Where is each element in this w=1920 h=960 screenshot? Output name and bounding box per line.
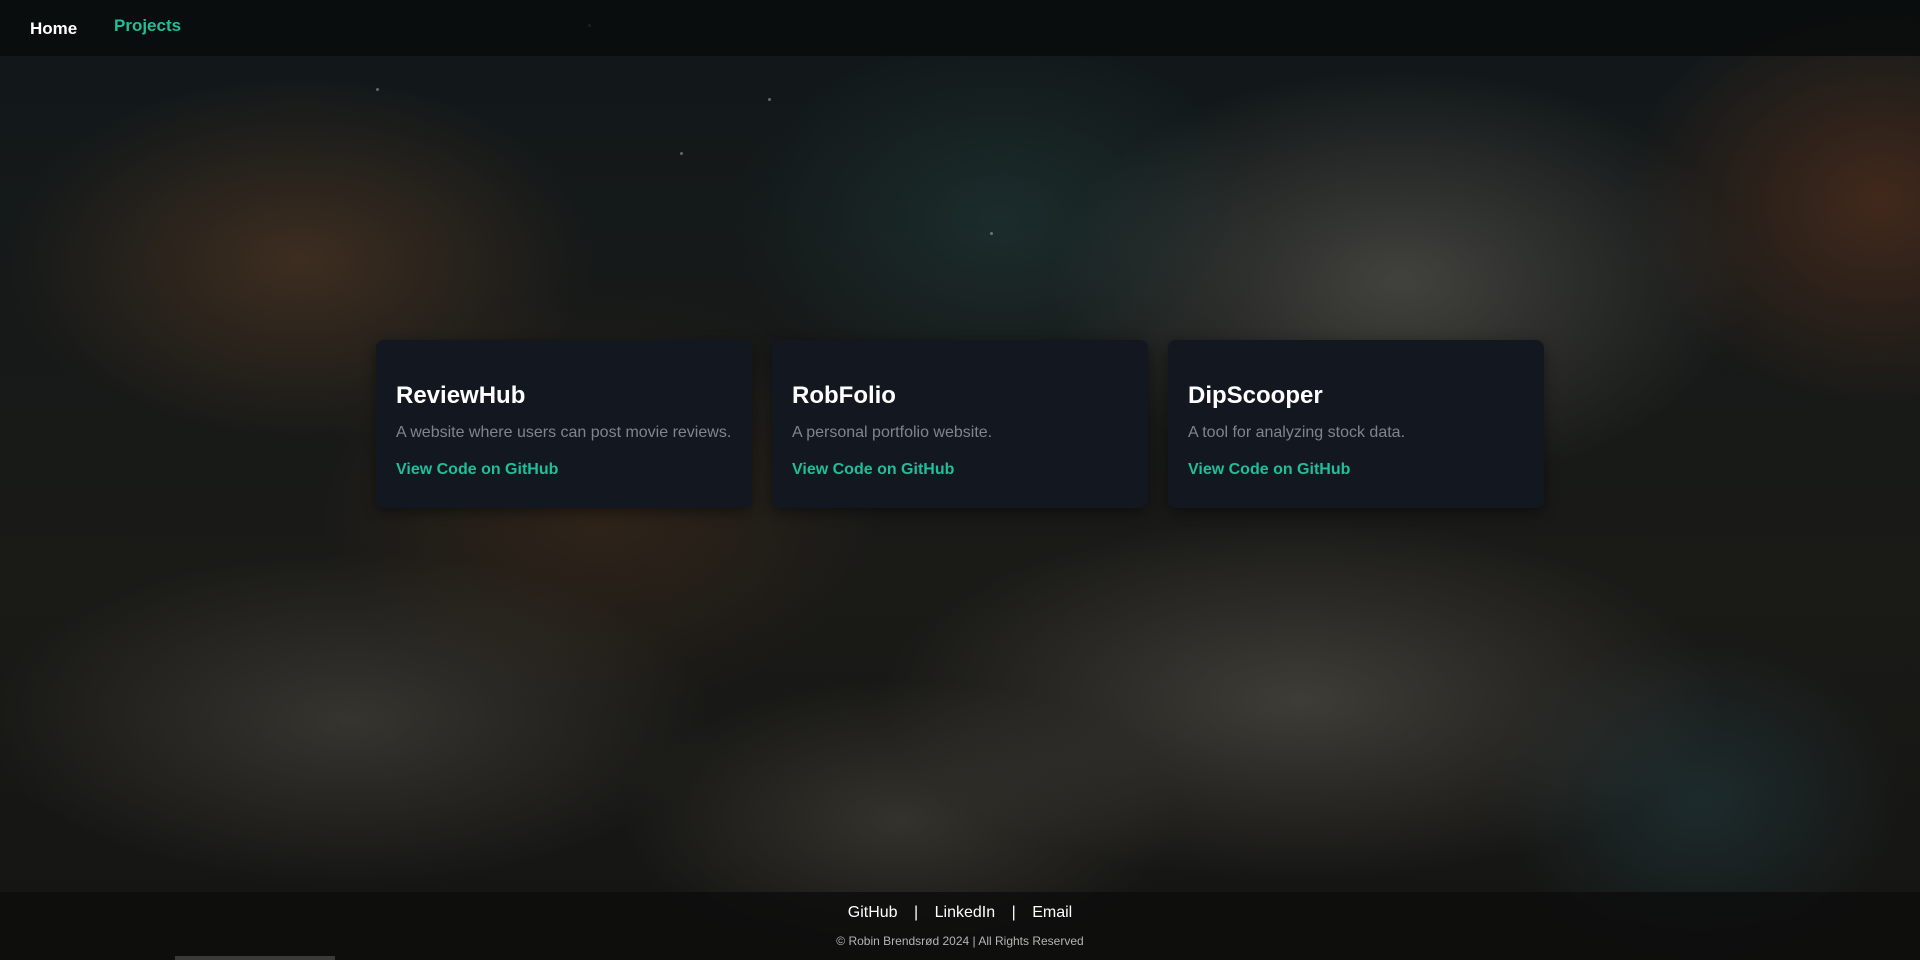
project-title: ReviewHub (396, 382, 526, 409)
project-cards: ReviewHub A website where users can post… (376, 340, 1544, 508)
background-star (680, 152, 683, 155)
footer-linkedin-link[interactable]: LinkedIn (935, 904, 996, 921)
nav-projects-link[interactable]: Projects (114, 16, 181, 36)
project-card-dipscooper: DipScooper A tool for analyzing stock da… (1168, 340, 1544, 508)
copyright-text: © Robin Brendsrød 2024 | All Rights Rese… (836, 934, 1084, 948)
project-description: A tool for analyzing stock data. (1188, 424, 1406, 441)
background-star (768, 98, 771, 101)
horizontal-scrollbar[interactable] (175, 956, 335, 960)
footer-email-link[interactable]: Email (1032, 904, 1072, 921)
project-card-robfolio: RobFolio A personal portfolio website. V… (772, 340, 1148, 508)
github-code-link[interactable]: View Code on GitHub (792, 461, 954, 479)
nav-home-link[interactable]: Home (30, 19, 77, 39)
background-star (990, 232, 993, 235)
top-navbar: Home Projects (0, 0, 1920, 56)
project-title: DipScooper (1188, 382, 1323, 409)
footer-separator: | (914, 904, 919, 921)
page-footer: GitHub | LinkedIn | Email © Robin Brends… (0, 892, 1920, 960)
footer-github-link[interactable]: GitHub (848, 904, 898, 921)
github-code-link[interactable]: View Code on GitHub (396, 461, 558, 479)
project-card-reviewhub: ReviewHub A website where users can post… (376, 340, 752, 508)
background-star (376, 88, 379, 91)
footer-links: GitHub | LinkedIn | Email (0, 904, 1920, 922)
project-description: A personal portfolio website. (792, 424, 993, 441)
github-code-link[interactable]: View Code on GitHub (1188, 461, 1350, 479)
project-title: RobFolio (792, 382, 896, 409)
project-description: A website where users can post movie rev… (396, 424, 732, 441)
footer-separator: | (1011, 904, 1016, 921)
